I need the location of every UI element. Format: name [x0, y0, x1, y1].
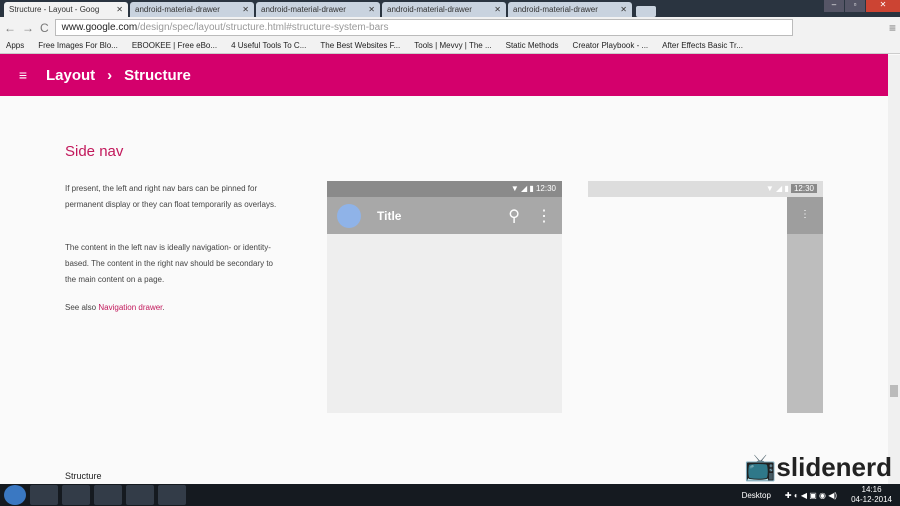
- new-tab-button[interactable]: [636, 6, 656, 17]
- hamburger-icon[interactable]: ≡: [0, 67, 46, 83]
- clock[interactable]: 14:16 04-12-2014: [851, 485, 892, 505]
- more-vert-icon: ⋮: [536, 207, 552, 225]
- paragraph: See also Navigation drawer.: [65, 300, 280, 316]
- watermark-text: slidenerd: [776, 452, 892, 482]
- close-icon[interactable]: ✕: [368, 5, 375, 14]
- tab-label: android-material-drawer: [135, 5, 220, 14]
- status-time: 12:30: [535, 184, 556, 193]
- minimize-button[interactable]: –: [824, 0, 844, 12]
- nav-drawer: [588, 197, 787, 413]
- bookmark[interactable]: After Effects Basic Tr...: [662, 41, 743, 50]
- system-tray: Desktop ✚ ◐ ◀ ▣ ◉ ◀) 14:16 04-12-2014: [742, 485, 900, 505]
- scrollbar-thumb[interactable]: [890, 385, 898, 397]
- text: .: [162, 303, 165, 312]
- browser-tab[interactable]: android-material-drawer ✕: [130, 2, 254, 17]
- url-host: www.google.com: [61, 22, 138, 33]
- time: 14:16: [861, 485, 882, 494]
- browser-tab[interactable]: Structure - Layout - Goog ✕: [4, 2, 128, 17]
- app-bar: ≡ Layout › Structure: [0, 54, 888, 96]
- bookmark[interactable]: The Best Websites F...: [320, 41, 400, 50]
- menu-icon[interactable]: ≡: [889, 21, 896, 35]
- bookmark[interactable]: Static Methods: [506, 41, 559, 50]
- tab-label: android-material-drawer: [387, 5, 472, 14]
- recorder-icon[interactable]: [126, 485, 154, 505]
- right-nav-mockup: ▼ ◢ ▮ 12:30 ⋮: [588, 181, 823, 413]
- tray-icons[interactable]: ✚ ◐ ◀ ▣ ◉ ◀): [785, 491, 837, 500]
- scrollbar[interactable]: [888, 55, 900, 484]
- bookmark[interactable]: Apps: [6, 41, 24, 50]
- mock-toolbar: Title ⚲ ⋮: [327, 197, 562, 234]
- close-icon[interactable]: ✕: [242, 5, 249, 14]
- maximize-button[interactable]: ▫: [845, 0, 865, 12]
- android-studio-icon[interactable]: [94, 485, 122, 505]
- bookmark[interactable]: 4 Useful Tools To C...: [231, 41, 306, 50]
- status-bar: ▼ ◢ ▮ 12:30: [327, 181, 562, 197]
- browser-tab[interactable]: android-material-drawer ✕: [256, 2, 380, 17]
- bookmark[interactable]: Creator Playbook - ...: [573, 41, 649, 50]
- status-bar: ▼ ◢ ▮ 12:30: [588, 181, 823, 197]
- paragraph: If present, the left and right nav bars …: [65, 184, 277, 209]
- close-icon[interactable]: ✕: [620, 5, 627, 14]
- content-strip: ⋮: [787, 197, 823, 413]
- start-button[interactable]: [4, 485, 26, 505]
- mock-title: Title: [377, 208, 402, 223]
- text: See also: [65, 303, 99, 312]
- search-icon: ⚲: [508, 207, 520, 225]
- window-controls: – ▫ ✕: [824, 0, 900, 12]
- close-icon[interactable]: ✕: [494, 5, 501, 14]
- tab-label: android-material-drawer: [261, 5, 346, 14]
- camtasia-icon[interactable]: [158, 485, 186, 505]
- browser-tab[interactable]: android-material-drawer ✕: [508, 2, 632, 17]
- tab-strip: Structure - Layout - Goog ✕ android-mater…: [0, 0, 900, 17]
- date: 04-12-2014: [851, 495, 892, 504]
- address-bar[interactable]: www.google.com/design/spec/layout/struct…: [54, 19, 793, 36]
- tab-label: android-material-drawer: [513, 5, 598, 14]
- status-time: 12:30: [790, 184, 817, 193]
- nav-button-icon: [337, 203, 361, 228]
- taskbar: Desktop ✚ ◐ ◀ ▣ ◉ ◀) 14:16 04-12-2014: [0, 484, 900, 506]
- left-nav-mockup: ▼ ◢ ▮ 12:30 Title ⚲ ⋮: [327, 181, 562, 413]
- paragraph: The content in the left nav is ideally n…: [65, 243, 273, 284]
- browser-tab[interactable]: android-material-drawer ✕: [382, 2, 506, 17]
- breadcrumb-structure: Structure: [124, 66, 191, 84]
- toolbar: ← → C www.google.com/design/spec/layout/st…: [0, 17, 900, 38]
- close-icon[interactable]: ✕: [116, 5, 123, 14]
- close-window-button[interactable]: ✕: [866, 0, 900, 12]
- bookmark[interactable]: EBOOKEE | Free eBo...: [132, 41, 217, 50]
- url-path: /design/spec/layout/structure.html#struc…: [137, 22, 389, 33]
- breadcrumb-layout[interactable]: Layout: [46, 67, 95, 84]
- desktop-toolbar[interactable]: Desktop: [742, 491, 771, 500]
- chevron-right-icon: ›: [107, 66, 113, 84]
- explorer-icon[interactable]: [30, 485, 58, 505]
- chrome-icon[interactable]: [62, 485, 90, 505]
- navigation-drawer-link[interactable]: Navigation drawer: [98, 303, 162, 312]
- tab-label: Structure - Layout - Goog: [9, 5, 100, 14]
- section-title: Side nav: [65, 143, 124, 160]
- back-icon[interactable]: ←: [4, 21, 16, 35]
- bookmark[interactable]: Tools | Mevvy | The ...: [414, 41, 491, 50]
- reload-icon[interactable]: C: [40, 21, 49, 35]
- slidenerd-logo: 📺slidenerd: [744, 452, 892, 482]
- page-content: Side nav If present, the left and right …: [0, 97, 888, 484]
- next-heading: Structure: [65, 471, 102, 481]
- forward-icon[interactable]: →: [22, 21, 34, 35]
- bookmarks-bar: Apps Free Images For Blo... EBOOKEE | Fr…: [0, 38, 900, 54]
- bookmark[interactable]: Free Images For Blo...: [38, 41, 118, 50]
- more-vert-icon: ⋮: [787, 197, 823, 234]
